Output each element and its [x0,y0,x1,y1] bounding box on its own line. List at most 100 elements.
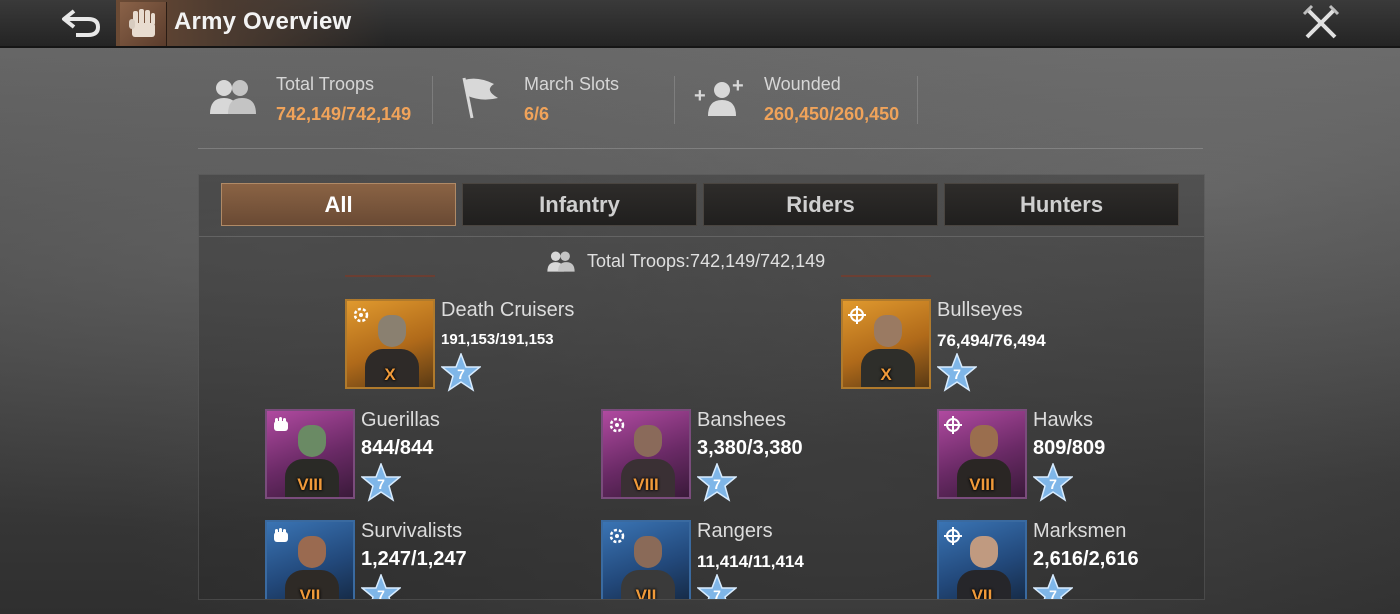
troop-count: 1,247/1,247 [361,548,467,570]
troop-card-survivalists[interactable]: VII Survivalists 1,247/1,247 7 [265,520,605,599]
level-number: 7 [377,476,385,492]
level-number: 7 [953,366,961,382]
troop-card-marksmen[interactable]: VII Marksmen 2,616/2,616 7 [937,520,1204,599]
troop-card-guerillas[interactable]: VIII Guerillas 844/844 7 [265,409,605,504]
tab-riders[interactable]: Riders [703,183,938,226]
star-level-icon: 7 [697,463,737,502]
star-level-icon: 7 [937,353,977,392]
stat-label: Wounded [764,74,841,94]
top-bar: Army Overview [0,0,1400,48]
troop-card-bullseyes[interactable]: X Bullseyes 76,494/76,494 7 [841,299,1181,394]
troops-group-icon [547,251,575,272]
svg-text:+: + [694,85,706,107]
tier-label: VIII [969,475,995,494]
troop-name: Marksmen [1033,520,1127,542]
wounded-add-icon: + + [694,75,744,116]
rider-gear-icon [609,417,625,433]
stat-divider [432,76,433,124]
army-panel: All Infantry Riders Hunters Total Troops… [198,174,1205,600]
svg-text:+: + [732,75,744,97]
infantry-fist-icon [274,417,288,431]
troop-name: Guerillas [361,409,440,431]
star-level-icon: 7 [361,574,401,599]
rider-gear-icon [609,528,625,544]
troop-card-death-cruisers[interactable]: X Death Cruisers 191,153/191,153 7 [345,299,685,394]
troop-name: Death Cruisers [441,299,575,321]
troop-card-rangers[interactable]: VII Rangers 11,414/11,414 7 [601,520,941,599]
tier-label: VII [635,586,657,599]
stat-total-troops: Total Troops 742,149/742,149 [206,68,431,132]
troop-name: Bullseyes [937,299,1023,321]
back-arrow-icon [62,9,101,37]
troop-portrait[interactable]: VIII [265,409,355,499]
title-emblem [120,2,167,46]
level-number: 7 [1049,587,1057,599]
troops-group-icon [210,80,256,114]
level-number: 7 [457,366,465,382]
troop-portrait[interactable]: VII [265,520,355,599]
star-level-icon: 7 [1033,463,1073,502]
troop-count: 3,380/3,380 [697,437,803,459]
infantry-fist-icon [274,528,288,542]
hunter-crosshair-icon [944,527,962,545]
clipped-portrait-edge [345,275,435,277]
tier-label: VII [299,586,321,599]
back-button[interactable] [50,2,114,44]
star-level-icon: 7 [441,353,481,392]
troop-name: Hawks [1033,409,1094,431]
crossed-swords-close-icon [1302,4,1340,39]
troop-portrait[interactable]: VIII [601,409,691,499]
troop-portrait[interactable]: VII [601,520,691,599]
troop-list[interactable]: X Death Cruisers 191,153/191,153 7 X Bul… [199,275,1204,599]
troop-count: 844/844 [361,437,434,459]
troop-portrait[interactable]: VII [937,520,1027,599]
stat-value: 742,149/742,149 [276,104,412,124]
stat-wounded: + + Wounded 260,450/260,450 [694,68,924,132]
stat-divider [917,76,918,124]
tab-all[interactable]: All [221,183,456,226]
stat-march-slots: March Slots 6/6 [454,68,674,132]
troop-name: Banshees [697,409,786,431]
troop-count: 2,616/2,616 [1033,548,1139,570]
tier-label: VIII [633,475,659,494]
troop-name: Rangers [697,520,773,542]
total-troops-text: Total Troops:742,149/742,149 [587,250,826,271]
troop-count: 809/809 [1033,437,1106,459]
level-number: 7 [713,476,721,492]
stat-divider [674,76,675,124]
stat-label: March Slots [524,74,620,94]
troop-portrait[interactable]: X [345,299,435,389]
level-number: 7 [713,587,721,599]
troop-count: 76,494/76,494 [937,331,1046,350]
troop-portrait[interactable]: X [841,299,931,389]
hunter-crosshair-icon [944,416,962,434]
star-level-icon: 7 [697,574,737,599]
tier-label: VIII [297,475,323,494]
tab-hunters[interactable]: Hunters [944,183,1179,226]
troop-count: 191,153/191,153 [441,331,554,348]
star-level-icon: 7 [361,463,401,502]
fist-emblem-icon [129,9,155,37]
stat-label: Total Troops [276,74,375,94]
panel-separator [199,236,1204,237]
star-level-icon: 7 [1033,574,1073,599]
level-number: 7 [1049,476,1057,492]
troop-card-banshees[interactable]: VIII Banshees 3,380/3,380 7 [601,409,941,504]
troop-portrait[interactable]: VIII [937,409,1027,499]
level-number: 7 [377,587,385,599]
stats-row: Total Troops 742,149/742,149 March Slots… [198,68,1203,149]
total-troops-line: Total Troops:742,149/742,149 [545,248,825,274]
clipped-portrait-edge [841,275,931,277]
troop-name: Survivalists [361,520,463,542]
close-button[interactable] [1296,2,1346,44]
stat-value: 6/6 [524,104,550,124]
page-title: Army Overview [174,8,352,35]
rider-gear-icon [353,307,369,323]
troop-card-hawks[interactable]: VIII Hawks 809/809 7 [937,409,1204,504]
stat-value: 260,450/260,450 [764,104,900,124]
march-flag-icon [462,77,498,119]
troop-count: 11,414/11,414 [697,552,804,571]
tier-label: X [384,365,396,384]
tier-label: X [880,365,892,384]
tab-infantry[interactable]: Infantry [462,183,697,226]
